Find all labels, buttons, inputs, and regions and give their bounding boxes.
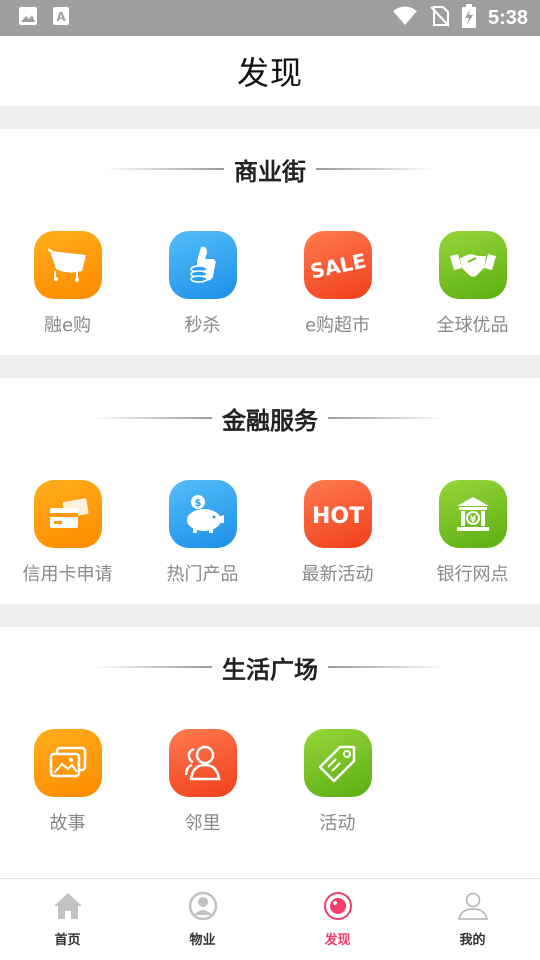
property-person-icon [187, 891, 219, 925]
section-title: 生活广场 [222, 655, 318, 684]
text-a-icon: A [52, 6, 70, 30]
image-icon [18, 6, 38, 30]
svg-text:A: A [56, 10, 66, 24]
people-icon [168, 729, 237, 797]
page-title: 发现 [236, 54, 303, 92]
section-title: 商业街 [234, 157, 306, 186]
handshake-icon [438, 231, 507, 299]
thumbs-up-coins-icon [168, 231, 237, 299]
grid-item-label: 故事 [49, 813, 86, 834]
tab-discover[interactable]: 发现 [270, 879, 405, 960]
section-life-square: 生活广场 故事 邻里 活动 [0, 627, 540, 878]
price-tag-icon [303, 729, 372, 797]
grid-item-global-goods[interactable]: 全球优品 [405, 231, 540, 337]
hot-icon: HOT [303, 480, 372, 548]
sale-tag-icon: SALE [303, 231, 372, 299]
credit-card-icon [33, 480, 102, 548]
grid-item-label: 银行网点 [436, 564, 509, 585]
tab-property[interactable]: 物业 [135, 879, 270, 960]
divider-line [92, 666, 212, 668]
section-header: 商业街 [0, 151, 540, 187]
grid-item-label: 活动 [319, 813, 356, 834]
status-time: 5:38 [487, 6, 528, 29]
tab-label: 首页 [54, 933, 81, 948]
svg-text:SALE: SALE [310, 248, 366, 283]
grid-item-label: 秒杀 [184, 315, 221, 336]
photo-stack-icon [33, 729, 102, 797]
tab-label: 我的 [459, 933, 486, 948]
user-profile-icon [457, 891, 489, 925]
grid-item-label: 最新活动 [301, 564, 374, 585]
grid-item-activities[interactable]: 活动 [270, 729, 405, 835]
wifi-icon [392, 6, 418, 30]
grid-item-latest-events[interactable]: HOT 最新活动 [270, 480, 405, 586]
grid-item-label: 邻里 [184, 813, 221, 834]
tab-home[interactable]: 首页 [0, 879, 135, 960]
svg-text:$: $ [194, 498, 201, 509]
icon-grid: 故事 邻里 活动 [0, 729, 540, 835]
title-bar: 发现 [0, 36, 540, 106]
divider-line [328, 417, 448, 419]
tab-mine[interactable]: 我的 [405, 879, 540, 960]
grid-item-label: 信用卡申请 [22, 564, 113, 585]
divider-line [104, 168, 224, 170]
grid-item-flash-sale[interactable]: 秒杀 [135, 231, 270, 337]
grid-item-stories[interactable]: 故事 [0, 729, 135, 835]
grid-item-label: e购超市 [304, 315, 371, 336]
tab-label: 发现 [324, 933, 351, 948]
icon-grid: 信用卡申请 $ 热门产品 HOT 最新活动 ¥ 银行网点 [0, 480, 540, 586]
battery-charging-icon [461, 4, 476, 32]
bank-building-icon: ¥ [438, 480, 507, 548]
grid-item-label: 融e购 [43, 315, 92, 336]
grid-item-bank-branches[interactable]: ¥ 银行网点 [405, 480, 540, 586]
home-icon [52, 891, 84, 925]
grid-item-hot-products[interactable]: $ 热门产品 [135, 480, 270, 586]
divider-line [92, 417, 212, 419]
discover-icon [322, 891, 354, 925]
divider-line [316, 168, 436, 170]
grid-item-label: 全球优品 [436, 315, 509, 336]
grid-item-neighbors[interactable]: 邻里 [135, 729, 270, 835]
bottom-tab-bar: 首页 物业 发现 我的 [0, 878, 540, 960]
grid-item-e-supermarket[interactable]: SALE e购超市 [270, 231, 405, 337]
grid-item-label: 热门产品 [166, 564, 239, 585]
section-header: 生活广场 [0, 649, 540, 685]
no-sim-icon [430, 5, 450, 31]
section-commercial-street: 商业街 融e购 秒杀 SALE e购超市 全球优品 [0, 129, 540, 355]
status-bar: A 5:38 [0, 0, 540, 36]
svg-text:HOT: HOT [312, 504, 364, 529]
piggy-bank-icon: $ [168, 480, 237, 548]
svg-text:¥: ¥ [469, 515, 476, 525]
tab-label: 物业 [189, 933, 216, 948]
grid-item-credit-card-application[interactable]: 信用卡申请 [0, 480, 135, 586]
grid-item-rong-e-gou[interactable]: 融e购 [0, 231, 135, 337]
divider-line [328, 666, 448, 668]
icon-grid: 融e购 秒杀 SALE e购超市 全球优品 [0, 231, 540, 337]
section-title: 金融服务 [222, 406, 318, 435]
section-financial-services: 金融服务 信用卡申请 $ 热门产品 HOT 最新活动 ¥ 银行网点 [0, 378, 540, 604]
section-header: 金融服务 [0, 400, 540, 436]
shopping-cart-icon [33, 231, 102, 299]
